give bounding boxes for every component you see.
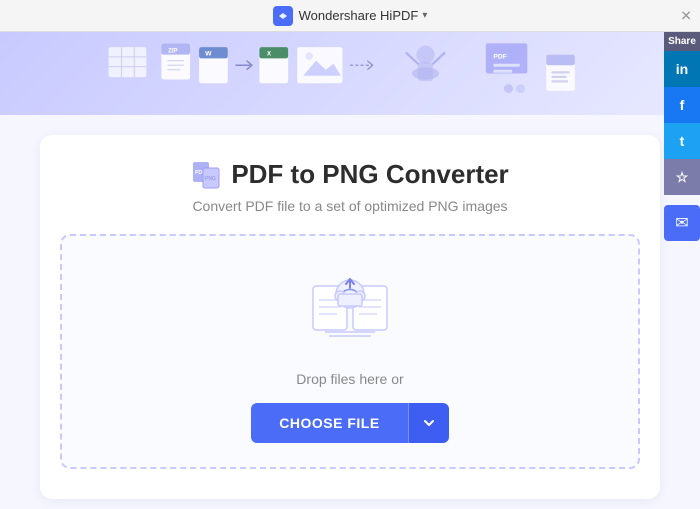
choose-file-button[interactable]: CHOOSE FILE — [251, 403, 407, 443]
svg-text:X: X — [267, 51, 271, 57]
choose-file-group: CHOOSE FILE — [251, 403, 448, 443]
hero-banner: ZIP W X — [0, 32, 700, 115]
converter-title-row: PDF PNG PDF to PNG Converter — [191, 159, 508, 190]
page-body: ZIP W X — [0, 32, 700, 509]
twitter-icon: t — [680, 133, 685, 149]
twitter-button[interactable]: t — [664, 123, 700, 159]
email-icon: ✉ — [675, 213, 688, 233]
converter-subtitle: Convert PDF file to a set of optimized P… — [192, 198, 507, 214]
star-icon: ☆ — [676, 169, 689, 186]
favorite-button[interactable]: ☆ — [664, 159, 700, 195]
linkedin-button[interactable]: in — [664, 51, 700, 87]
svg-text:PDF: PDF — [493, 53, 507, 60]
share-label: Share — [664, 32, 700, 51]
facebook-button[interactable]: f — [664, 87, 700, 123]
svg-text:PNG: PNG — [205, 176, 216, 182]
converter-card: PDF PNG PDF to PNG Converter Convert PDF… — [40, 135, 660, 499]
upload-icon — [305, 266, 395, 351]
converter-title-text: PDF to PNG Converter — [231, 159, 508, 190]
pdf-png-icon: PDF PNG — [191, 160, 221, 190]
close-icon[interactable]: ✕ — [680, 7, 692, 24]
right-sidebar: Share in f t ☆ ✉ — [664, 32, 700, 241]
drop-zone[interactable]: Drop files here or CHOOSE FILE — [60, 234, 640, 469]
titlebar-chevron-icon: ▾ — [422, 10, 427, 21]
facebook-icon: f — [680, 97, 685, 113]
main-content: PDF PNG PDF to PNG Converter Convert PDF… — [0, 115, 700, 509]
choose-file-dropdown-button[interactable] — [408, 403, 449, 443]
titlebar: Wondershare HiPDF ▾ ✕ — [0, 0, 700, 32]
email-button[interactable]: ✉ — [664, 205, 700, 241]
linkedin-icon: in — [676, 61, 688, 77]
banner-illustration: ZIP W X — [0, 32, 700, 115]
drop-text: Drop files here or — [296, 371, 403, 387]
svg-text:ZIP: ZIP — [168, 48, 177, 54]
chevron-down-icon — [423, 417, 435, 429]
app-title: Wondershare HiPDF — [299, 8, 419, 23]
svg-text:W: W — [205, 50, 212, 57]
app-logo — [273, 6, 293, 26]
